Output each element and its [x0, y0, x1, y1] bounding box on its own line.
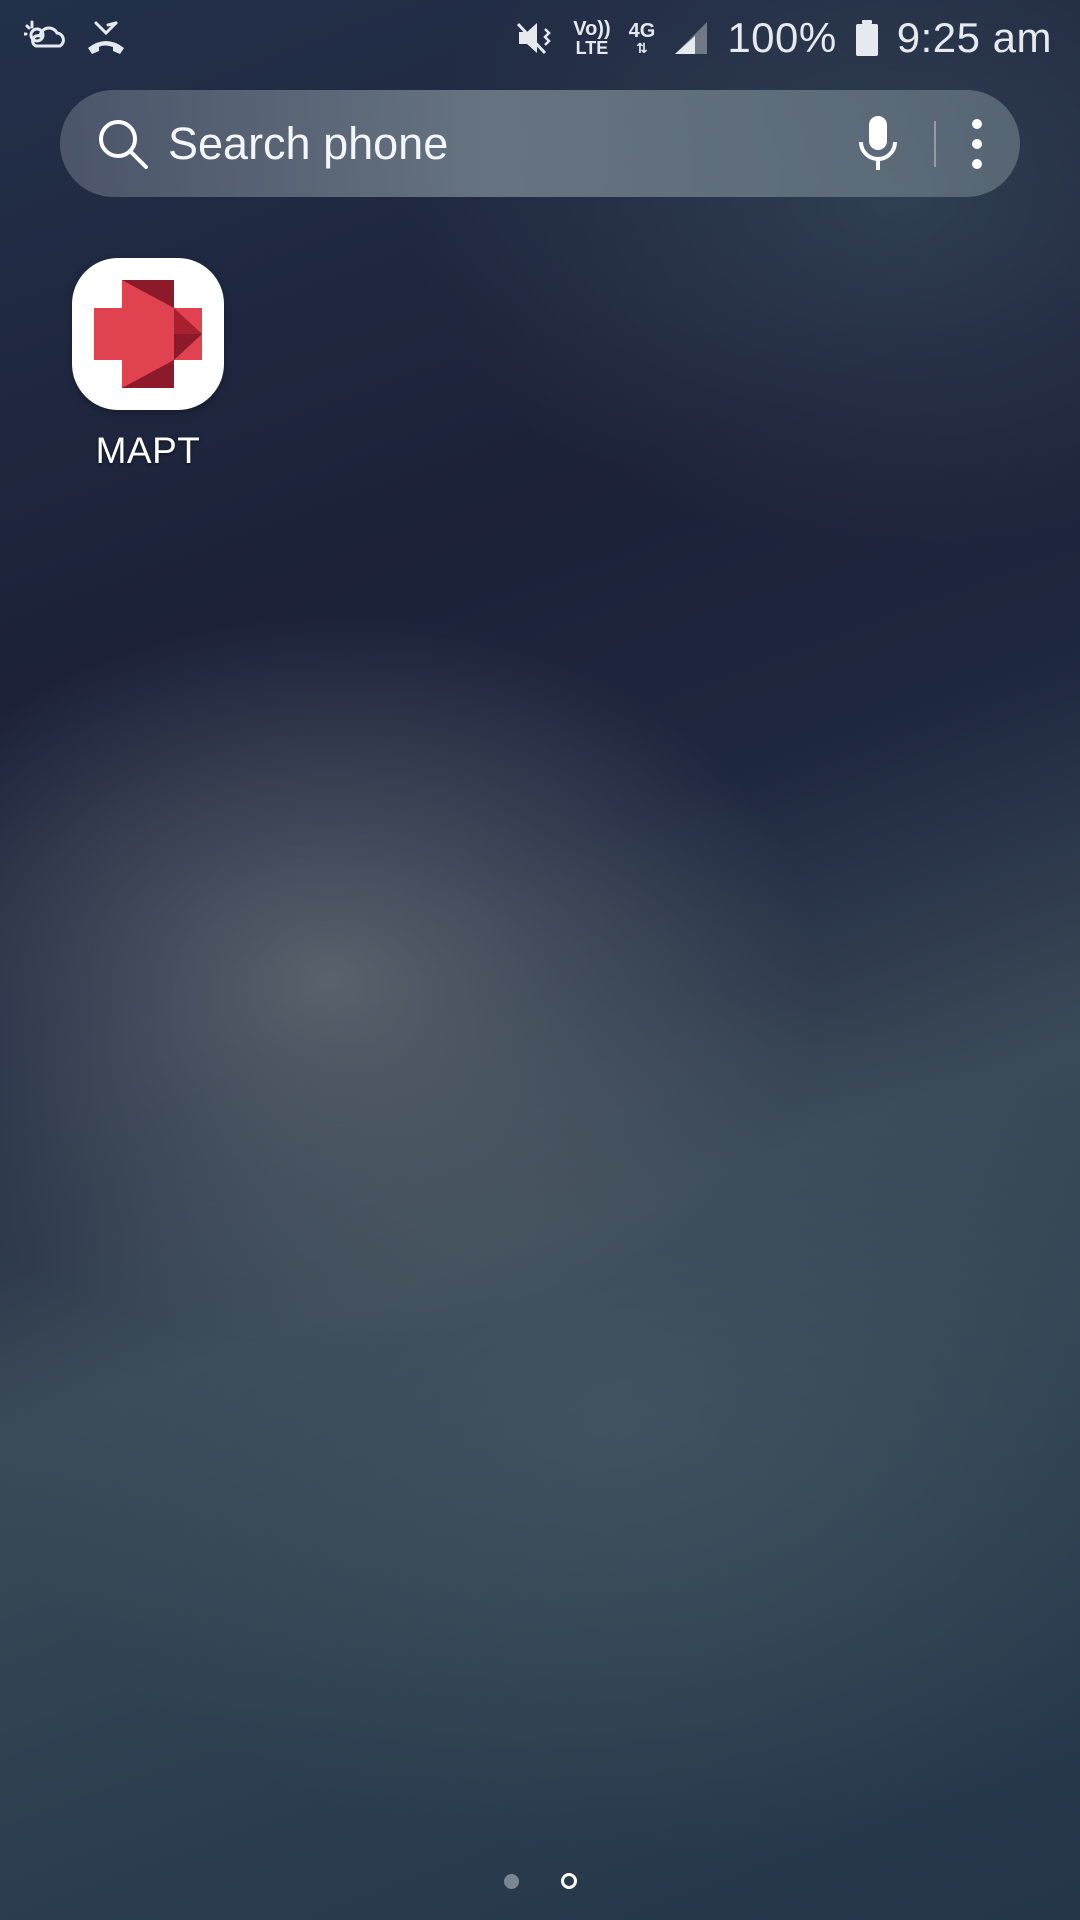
more-options-icon[interactable] [970, 118, 984, 170]
mute-icon [515, 19, 555, 57]
page-dot[interactable] [503, 1873, 519, 1889]
missed-call-icon [86, 20, 126, 56]
battery-percentage: 100% [727, 14, 837, 61]
network-4g-icon: 4G ⇅ [628, 20, 656, 56]
volte-icon: Vo)) LTE [573, 18, 611, 58]
weather-icon [24, 20, 68, 56]
search-divider [934, 120, 936, 167]
search-placeholder[interactable]: Search phone [168, 118, 856, 170]
battery-icon [855, 19, 879, 57]
search-bar[interactable]: Search phone [60, 90, 1020, 197]
page-indicator[interactable] [0, 1868, 1080, 1894]
signal-icon [673, 20, 709, 56]
page-dot-current[interactable] [560, 1873, 577, 1889]
clock: 9:25 am [896, 14, 1052, 61]
app-label: MAPT [95, 430, 201, 471]
status-bar: Vo)) LTE 4G ⇅ 100% 9:25 am [0, 0, 1080, 76]
app-shortcut-mapt[interactable]: MAPT [72, 258, 224, 472]
search-icon [96, 117, 150, 171]
red-cross-arrow-icon[interactable] [72, 258, 224, 410]
mic-icon[interactable] [856, 114, 900, 174]
